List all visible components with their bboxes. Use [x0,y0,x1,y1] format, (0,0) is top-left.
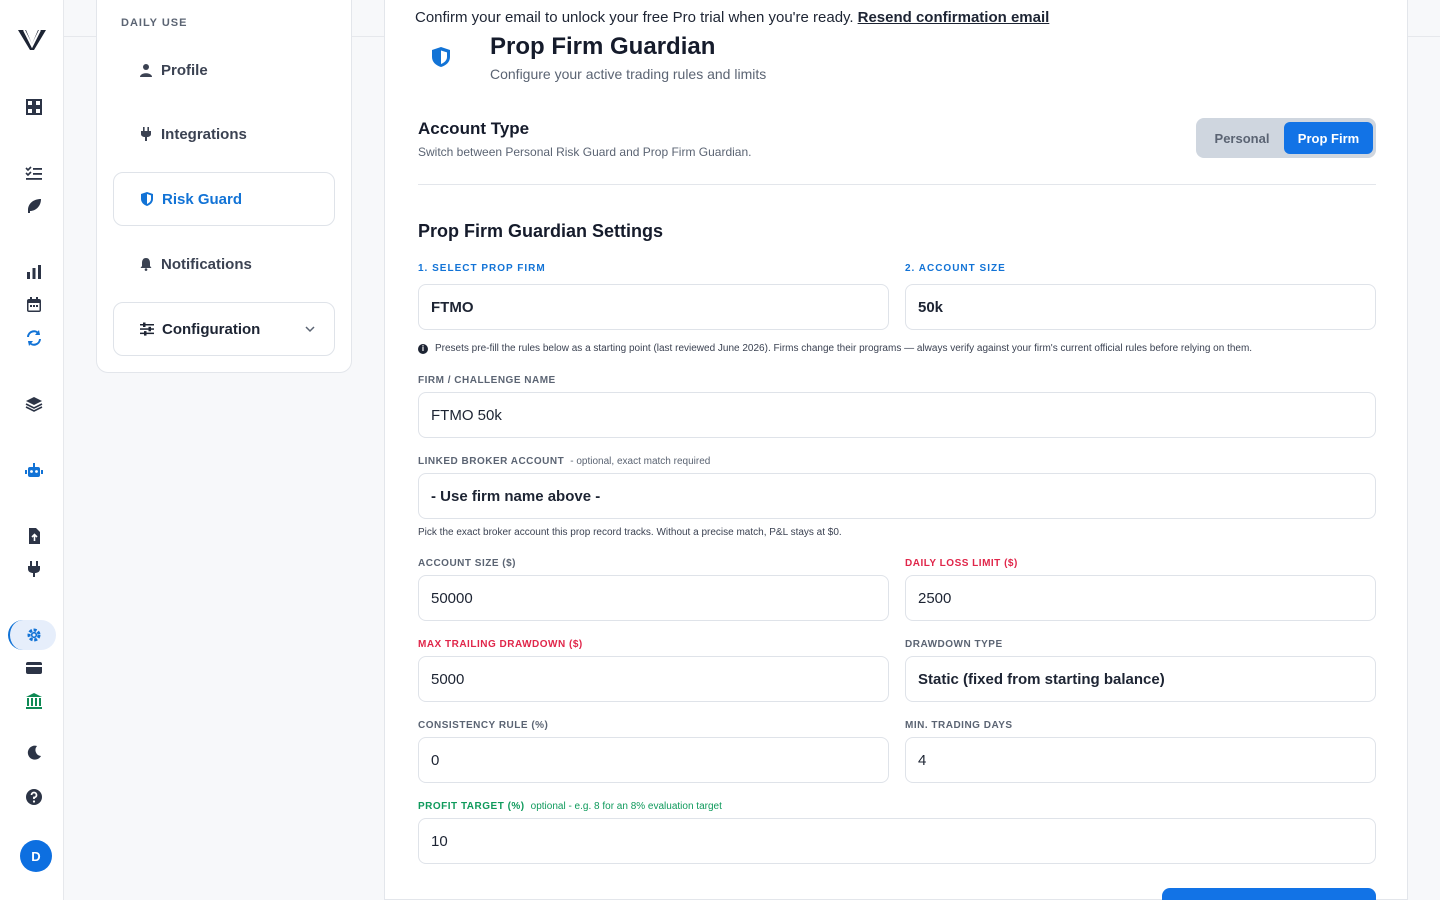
max-drawdown-input[interactable]: 5000 [418,656,889,702]
main-card: Confirm your email to unlock your free P… [384,0,1408,900]
subnav-item-label: Integrations [161,125,247,143]
email-confirm-banner: Confirm your email to unlock your free P… [415,9,1049,26]
calendar-icon[interactable] [22,293,46,317]
shield-icon [432,47,450,67]
subnav-item-label: Profile [161,61,208,79]
challenge-name-input[interactable]: FTMO 50k [418,392,1376,438]
subnav-section-label: DAILY USE [121,17,188,29]
banner-text: Confirm your email to unlock your free P… [415,9,854,26]
sliders-icon [140,322,154,336]
subnav-item-label: Risk Guard [162,190,243,208]
linked-broker-label-text: LINKED BROKER ACCOUNT [418,456,565,467]
moon-icon[interactable] [22,741,46,765]
bar-chart-icon[interactable] [22,260,46,284]
consistency-label: CONSISTENCY RULE (%) [418,720,549,731]
account-type-prop-firm[interactable]: Prop Firm [1284,122,1373,154]
consistency-input[interactable]: 0 [418,737,889,783]
sync-icon[interactable] [22,326,46,350]
save-button[interactable] [1162,888,1376,900]
drawdown-type-select[interactable]: Static (fixed from starting balance) [905,656,1376,702]
account-size-preset-label: 2. ACCOUNT SIZE [905,263,1006,274]
linked-broker-label: LINKED BROKER ACCOUNT - optional, exact m… [418,456,710,467]
select-prop-firm-label: 1. SELECT PROP FIRM [418,263,546,274]
min-trading-days-input[interactable]: 4 [905,737,1376,783]
subnav-item-notifications[interactable]: Notifications [113,237,335,291]
preset-info-text: Presets pre-fill the rules below as a st… [435,343,1253,354]
credit-card-icon[interactable] [22,656,46,680]
preset-info: i Presets pre-fill the rules below as a … [418,343,1252,354]
help-icon[interactable] [22,785,46,809]
linked-broker-hint: Pick the exact broker account this prop … [418,527,842,538]
profit-target-input[interactable]: 10 [418,818,1376,864]
challenge-name-label: FIRM / CHALLENGE NAME [418,375,556,386]
info-icon: i [418,343,428,354]
linked-broker-note: - optional, exact match required [570,456,711,467]
subnav-item-configuration[interactable]: Configuration [113,302,335,356]
linked-broker-select[interactable]: - Use firm name above - [418,473,1376,519]
bell-icon [139,257,153,271]
dashboard-icon[interactable] [22,95,46,119]
icon-rail: D [0,0,64,900]
drawdown-type-label: DRAWDOWN TYPE [905,639,1003,650]
user-icon [139,63,153,77]
subnav-item-risk-guard[interactable]: Risk Guard [113,172,335,226]
daily-loss-input[interactable]: 2500 [905,575,1376,621]
settings-title: Prop Firm Guardian Settings [418,221,664,241]
account-size-input[interactable]: 50000 [418,575,889,621]
daily-loss-label: DAILY LOSS LIMIT ($) [905,558,1018,569]
bank-icon[interactable] [22,689,46,713]
gear-icon[interactable] [22,623,46,647]
plug-icon [139,127,153,141]
shield-icon [140,192,154,206]
robot-icon[interactable] [22,459,46,483]
resend-email-link[interactable]: Resend confirmation email [858,9,1050,26]
profit-target-label: PROFIT TARGET (%) optional - e.g. 8 for a… [418,801,722,812]
account-type-title: Account Type [418,119,530,138]
account-type-personal[interactable]: Personal [1200,122,1284,154]
file-upload-icon[interactable] [22,524,46,548]
page-title: Prop Firm Guardian [490,33,716,60]
subnav-item-integrations[interactable]: Integrations [113,107,335,161]
account-type-toggle: Personal Prop Firm [1196,118,1376,158]
layers-icon[interactable] [22,392,46,416]
profit-target-note: optional - e.g. 8 for an 8% evaluation t… [530,801,722,812]
plug-icon[interactable] [22,557,46,581]
subnav-item-label: Configuration [162,320,261,338]
chevron-down-icon [305,326,315,333]
subnav-item-profile[interactable]: Profile [113,43,335,97]
checklist-icon[interactable] [22,161,46,185]
account-size-select[interactable]: 50k [905,284,1376,330]
section-divider [418,184,1376,185]
logo-icon[interactable] [16,26,48,54]
avatar[interactable]: D [20,840,52,872]
min-trading-days-label: MIN. TRADING DAYS [905,720,1013,731]
page-subtitle: Configure your active trading rules and … [490,66,767,82]
account-size-label: ACCOUNT SIZE ($) [418,558,516,569]
max-drawdown-label: MAX TRAILING DRAWDOWN ($) [418,639,583,650]
settings-subnav: DAILY USE Profile Integrations Risk Guar… [96,0,352,373]
profit-target-label-text: PROFIT TARGET (%) [418,801,525,812]
feather-icon[interactable] [22,194,46,218]
account-type-subtitle: Switch between Personal Risk Guard and P… [418,145,752,159]
subnav-item-label: Notifications [161,255,252,273]
prop-firm-select[interactable]: FTMO [418,284,889,330]
